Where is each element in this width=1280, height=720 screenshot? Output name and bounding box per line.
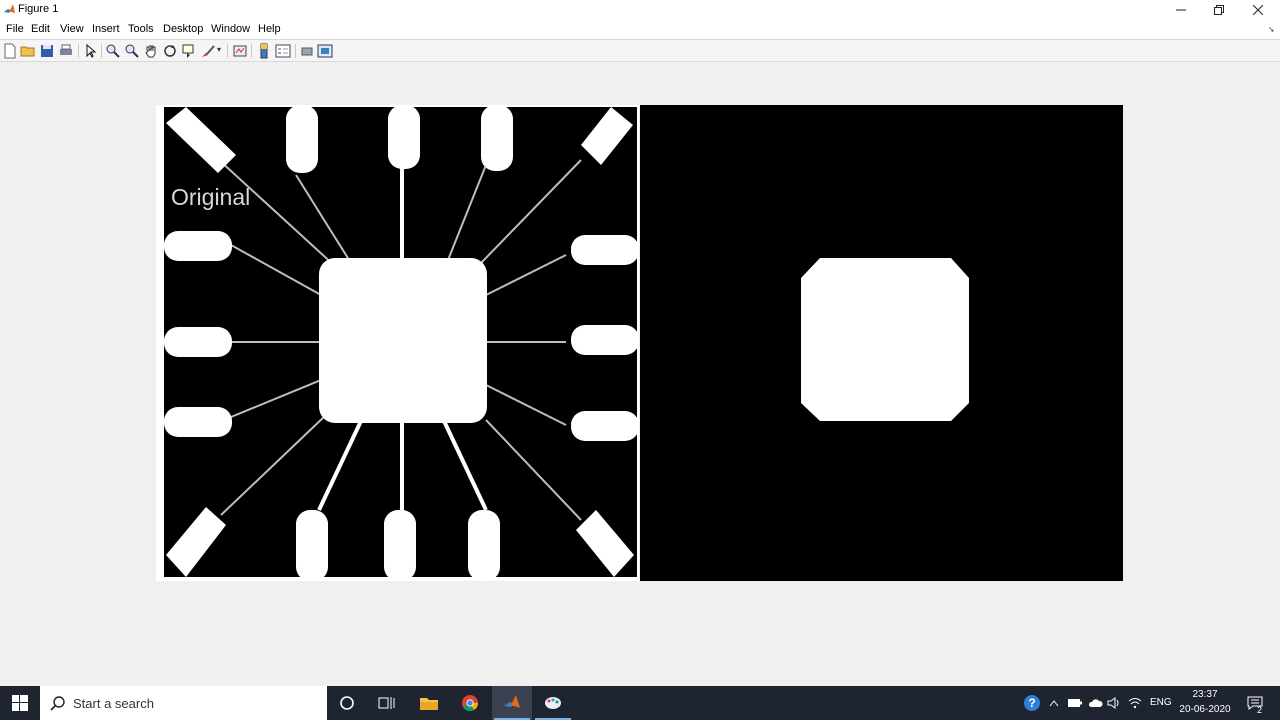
cloud-icon [1088,699,1103,707]
search-placeholder: Start a search [73,696,154,711]
restore-button[interactable] [1200,0,1238,20]
print-icon[interactable] [58,43,74,59]
menu-desktop[interactable]: Desktop [163,23,203,35]
toolbar-separator [227,44,228,58]
file-explorer-button[interactable] [409,686,449,720]
window-title: Figure 1 [18,3,59,15]
figure-toolbar: ▾ [0,39,1280,62]
brush-icon[interactable] [200,43,216,59]
original-image-axes[interactable] [156,105,639,581]
brush-dropdown-icon[interactable]: ▾ [217,45,221,54]
clock-date[interactable]: 20-06-2020 [1178,704,1232,715]
menu-bar: File Edit View Insert Tools Desktop Wind… [0,20,1280,39]
data-cursor-icon[interactable] [181,43,197,59]
help-tray-button[interactable]: ? [1020,686,1044,720]
hide-plot-tools-icon[interactable] [299,43,315,59]
menu-insert[interactable]: Insert [92,23,120,35]
action-center-button[interactable] [1243,686,1267,720]
close-icon [1253,5,1263,15]
start-button[interactable] [0,686,40,720]
insert-colorbar-icon[interactable] [256,43,272,59]
folder-icon [420,698,438,710]
processed-image-axes[interactable] [640,105,1123,581]
paint-button[interactable] [533,686,573,720]
input-language-indicator[interactable]: ENG [1150,697,1172,708]
toolbar-separator [251,44,252,58]
new-figure-icon[interactable] [2,43,18,59]
chevron-up-icon [1049,700,1059,707]
open-file-icon[interactable] [20,43,36,59]
dock-arrow-icon[interactable]: ➘ [1268,25,1275,34]
cortana-circle-icon [340,696,354,710]
link-plot-icon[interactable] [232,43,248,59]
windows-logo-icon [12,695,28,711]
menu-help[interactable]: Help [258,23,281,35]
toolbar-separator [101,44,102,58]
minimize-icon [1176,9,1186,11]
close-button[interactable] [1239,0,1277,20]
menu-window[interactable]: Window [211,23,250,35]
matlab-logo-icon [4,4,15,13]
minimize-button[interactable] [1162,0,1200,20]
notification-count-badge: 2 [1257,705,1263,715]
task-view-icon [378,697,395,709]
menu-edit[interactable]: Edit [31,23,50,35]
cortana-button[interactable] [327,686,367,720]
search-icon [50,696,65,711]
battery-icon [1068,699,1082,707]
edit-plot-arrow-icon[interactable] [82,43,98,59]
menu-view[interactable]: View [60,23,84,35]
chrome-button[interactable] [450,686,490,720]
insert-legend-icon[interactable] [275,43,291,59]
wifi-icon [1128,698,1142,709]
paint-palette-icon [545,697,561,709]
network-tray-button[interactable] [1126,686,1144,720]
save-icon[interactable] [39,43,55,59]
task-view-button[interactable] [367,686,407,720]
pan-hand-icon[interactable] [143,43,159,59]
matlab-taskbar-button[interactable] [492,686,532,720]
rotate-3d-icon[interactable] [162,43,178,59]
svg-text:?: ? [1028,696,1035,710]
clock-time[interactable]: 23:37 [1180,689,1230,700]
restore-icon [1214,5,1224,15]
battery-tray-button[interactable] [1066,686,1084,720]
chrome-icon [462,695,479,712]
speaker-icon [1107,697,1119,709]
volume-tray-button[interactable] [1106,686,1122,720]
help-question-icon: ? [1024,695,1040,711]
onedrive-tray-button[interactable] [1086,686,1104,720]
original-image-label: Original [171,184,251,210]
taskbar: Start a search ? ENG 23:37 20-06-2020 2 [0,686,1280,720]
toolbar-separator [78,44,79,58]
menu-tools[interactable]: Tools [128,23,154,35]
show-hidden-icons-button[interactable] [1046,686,1062,720]
toolbar-separator [295,44,296,58]
matlab-icon [504,695,520,708]
menu-file[interactable]: File [6,23,24,35]
title-bar: Figure 1 [0,0,1280,20]
show-plot-tools-icon[interactable] [317,43,333,59]
zoom-out-icon[interactable] [124,43,140,59]
taskbar-search-box[interactable]: Start a search [40,686,327,720]
zoom-in-icon[interactable] [105,43,121,59]
